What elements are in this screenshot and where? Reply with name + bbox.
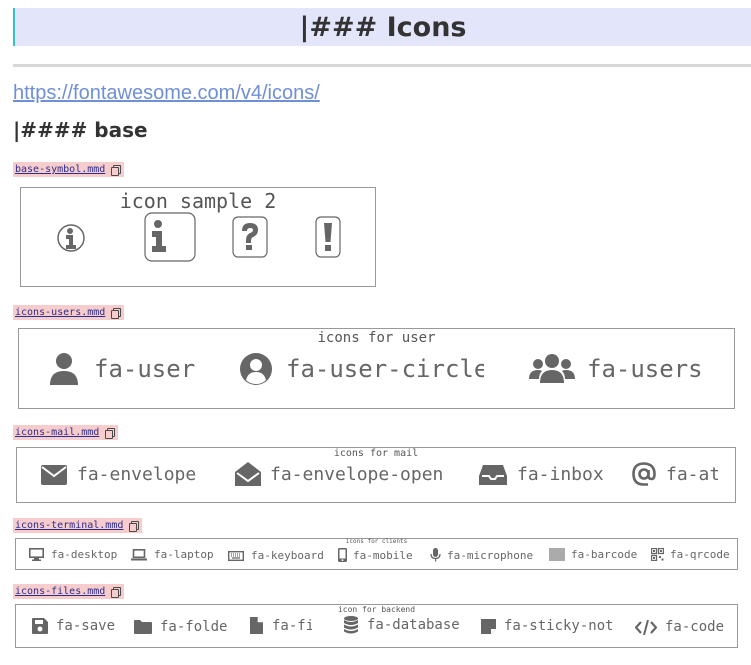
diagram-title: icons for mail [333, 448, 419, 459]
copy-icon[interactable] [105, 427, 116, 439]
envelope-list-item: fa-envelope [41, 464, 196, 485]
qrcode-list-item: fa-qrcode [651, 548, 730, 561]
info-circle-icon [56, 223, 86, 253]
diagram-title: icons for user [317, 330, 436, 346]
diagram-title: icons for clients [345, 538, 408, 545]
users-icon [529, 351, 575, 387]
icon-label: fa-folder [160, 619, 228, 635]
code-list-item: fa-code [635, 619, 724, 635]
diagram-icons-mail: icons for mail fa-envelope fa-envelope-o… [16, 447, 736, 503]
microphone-list-item: fa-microphone [430, 548, 533, 562]
desktop-list-item: fa-desktop [29, 548, 117, 561]
icon-label: fa-barcode [571, 548, 638, 561]
icon-label: fa-mobile [353, 548, 413, 562]
icon-label: fa-inbox [517, 464, 604, 485]
file-tag-icons-terminal: icons-terminal.mmd [13, 518, 143, 533]
file-name[interactable]: base-symbol.mmd [15, 162, 105, 177]
at-icon [632, 462, 656, 486]
icon-label: fa-envelope [77, 464, 197, 485]
envelope-open-list-item: fa-envelope-open [235, 462, 443, 486]
database-list-item: fa-database [344, 616, 460, 634]
barcode-icon [549, 548, 565, 561]
icon-label: fa-laptop [154, 548, 214, 561]
file-name[interactable]: icons-files.mmd [15, 584, 105, 599]
icon-label: fa-save [56, 618, 116, 634]
diagram-base-symbol: icon sample 2 [20, 187, 376, 287]
sticky-note-list-item: fa-sticky-note [481, 618, 612, 634]
icon-label: fa-code [665, 619, 725, 635]
envelope-open-icon [235, 462, 261, 486]
envelope-icon [41, 464, 67, 485]
icon-label: fa-file [272, 617, 312, 634]
inbox-list-item: fa-inbox [479, 464, 604, 485]
icon-label: fa-sticky-note [504, 618, 612, 634]
file-tag-base-symbol: base-symbol.mmd [13, 162, 125, 177]
diagram-icons-terminal: icons for clients fa-desktop fa-laptop f… [15, 538, 738, 570]
file-name[interactable]: icons-mail.mmd [15, 425, 99, 440]
save-list-item: fa-save [32, 618, 115, 634]
divider [13, 64, 751, 67]
icon-label: fa-user [94, 355, 196, 383]
file-tag-icons-users: icons-users.mmd [13, 305, 125, 320]
users-list-item: fa-users [529, 351, 705, 387]
folder-icon [134, 620, 152, 634]
copy-icon[interactable] [111, 307, 122, 319]
icon-label: fa-microphone [447, 548, 534, 562]
file-tag-icons-files: icons-files.mmd [13, 584, 125, 599]
user-list-item: fa-user [46, 351, 196, 387]
icon-label: fa-qrcode [670, 548, 730, 561]
fontawesome-link[interactable]: https://fontawesome.com/v4/icons/ [13, 82, 320, 105]
user-circle-icon [238, 351, 274, 387]
sticky-note-icon [481, 618, 496, 634]
copy-icon[interactable] [111, 164, 122, 176]
file-icon [250, 617, 263, 634]
at-list-item: fa-at [632, 462, 718, 486]
mobile-list-item: fa-mobile [338, 548, 413, 562]
icon-label: fa-at [666, 463, 718, 485]
icon-label: fa-user-circle [286, 355, 484, 383]
exclamation-icon [315, 216, 341, 258]
save-icon [32, 618, 48, 634]
file-list-item: fa-file [250, 617, 312, 634]
section-heading: |### Icons [299, 12, 467, 43]
icon-label: fa-desktop [51, 548, 118, 561]
database-icon [344, 616, 358, 634]
section-heading-bar: |### Icons [13, 8, 751, 46]
copy-icon[interactable] [111, 586, 122, 598]
info-icon [144, 212, 196, 262]
icon-label: fa-database [367, 617, 460, 633]
diagram-title: icon sample 2 [119, 189, 277, 213]
diagram-title: icon for backend [337, 605, 416, 614]
icon-label: fa-keyboard [251, 549, 324, 562]
icon-label: fa-users [587, 355, 703, 383]
keyboard-list-item: fa-keyboard [228, 549, 324, 562]
mobile-icon [338, 548, 347, 562]
desktop-icon [29, 548, 44, 561]
subheading: |#### base [13, 118, 148, 142]
icon-label: fa-envelope-open [270, 463, 444, 485]
copy-icon[interactable] [129, 520, 140, 532]
qrcode-icon [651, 548, 664, 561]
laptop-list-item: fa-laptop [131, 548, 214, 561]
question-icon [232, 216, 268, 258]
laptop-icon [131, 548, 147, 561]
barcode-list-item: fa-barcode [549, 548, 637, 561]
diagram-icons-users: icons for user fa-user fa-user-circle fa… [18, 328, 735, 409]
folder-list-item: fa-folder [134, 619, 228, 635]
microphone-icon [430, 548, 441, 562]
diagram-icons-files: icon for backend fa-save fa-folder fa-fi… [15, 604, 738, 648]
code-icon [635, 619, 657, 635]
inbox-icon [479, 464, 507, 485]
keyboard-icon [228, 550, 244, 561]
file-name[interactable]: icons-terminal.mmd [15, 518, 123, 533]
file-name[interactable]: icons-users.mmd [15, 305, 105, 320]
user-circle-list-item: fa-user-circle [238, 351, 484, 387]
file-tag-icons-mail: icons-mail.mmd [13, 425, 119, 440]
user-icon [46, 351, 82, 387]
